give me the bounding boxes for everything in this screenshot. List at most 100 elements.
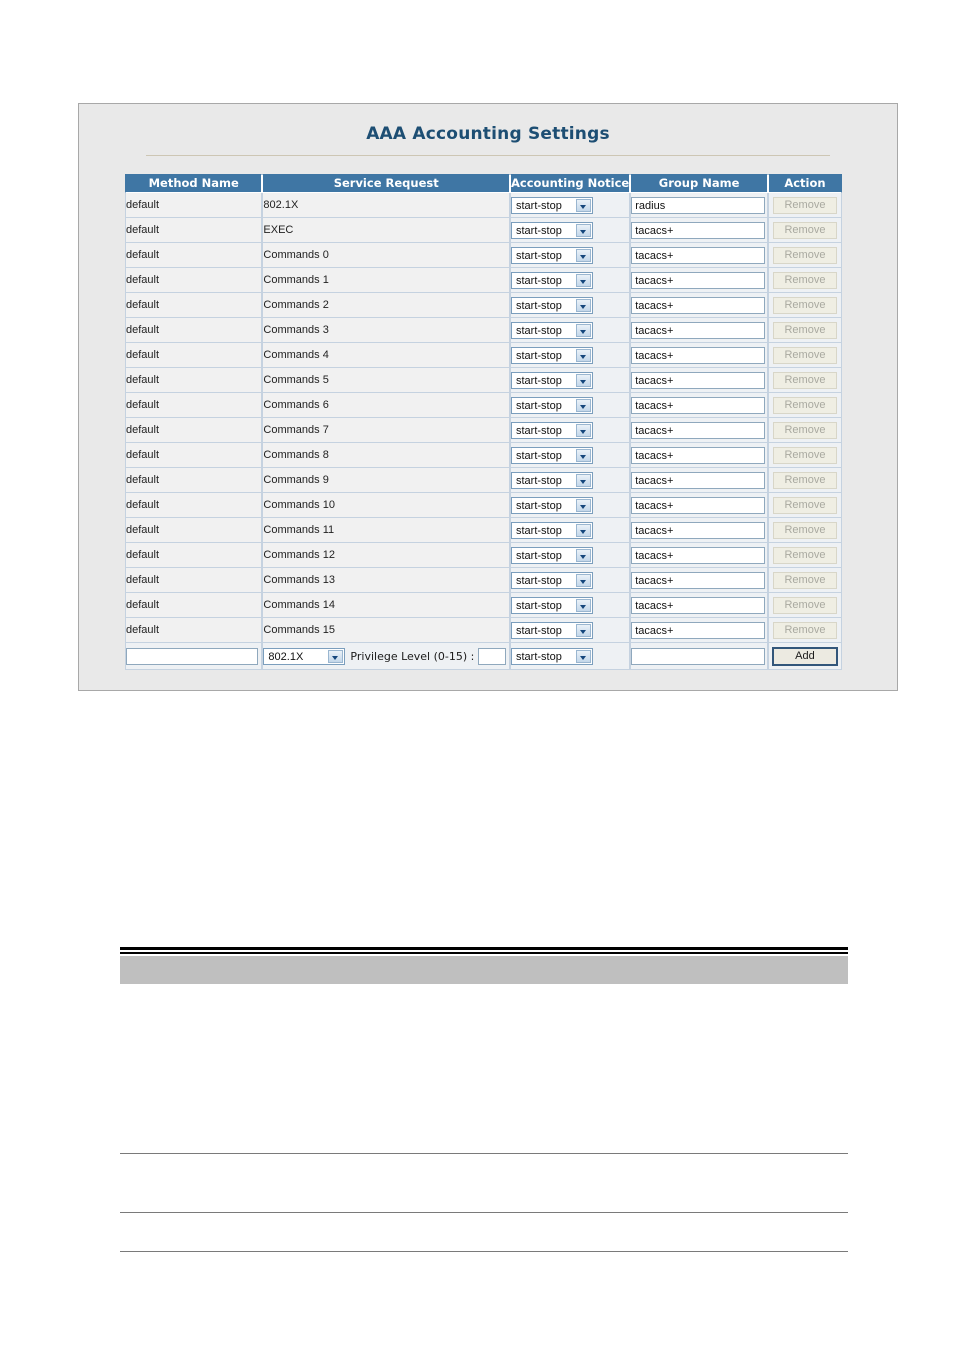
accounting-notice-select[interactable]: start-stop <box>510 396 593 414</box>
remove-button[interactable]: Remove <box>772 471 837 489</box>
accounting-notice-select[interactable]: start-stop <box>510 246 593 264</box>
accounting-notice-select[interactable]: start-stop <box>510 521 593 539</box>
accounting-notice-select[interactable]: start-stop <box>510 296 593 314</box>
chevron-down-icon[interactable] <box>575 298 591 312</box>
accounting-notice-value: start-stop <box>515 474 562 487</box>
new-method-name-input[interactable] <box>126 647 258 665</box>
chevron-down-icon[interactable] <box>575 223 591 237</box>
aaa-accounting-table: Method Name Service Request Accounting N… <box>125 174 842 670</box>
column-header-accounting-notice: Accounting Notice <box>509 174 631 193</box>
group-name-input[interactable]: tacacs+ <box>631 571 766 589</box>
service-request-text: Commands 12 <box>263 549 335 561</box>
accounting-notice-select[interactable]: start-stop <box>510 446 593 464</box>
cell-add-action: Add <box>767 643 842 670</box>
group-name-input[interactable]: tacacs+ <box>631 371 766 389</box>
remove-button[interactable]: Remove <box>772 271 837 289</box>
remove-button[interactable]: Remove <box>772 496 837 514</box>
remove-button[interactable]: Remove <box>772 346 837 364</box>
accounting-notice-value: start-stop <box>515 299 562 312</box>
group-name-input[interactable]: tacacs+ <box>631 446 766 464</box>
cell-action: Remove <box>767 418 842 443</box>
accounting-notice-select[interactable]: start-stop <box>510 571 593 589</box>
group-name-input[interactable]: tacacs+ <box>631 596 766 614</box>
remove-button[interactable]: Remove <box>772 321 837 339</box>
add-button[interactable]: Add <box>771 646 838 666</box>
chevron-down-icon[interactable] <box>575 448 591 462</box>
remove-button[interactable]: Remove <box>772 621 837 639</box>
table-row: default Commands 15 start-stop tacacs+ Remov… <box>125 618 842 643</box>
remove-button[interactable]: Remove <box>772 596 837 614</box>
chevron-down-icon[interactable] <box>575 273 591 287</box>
group-name-input[interactable]: tacacs+ <box>631 521 766 539</box>
accounting-notice-select[interactable]: start-stop <box>510 371 593 389</box>
chevron-down-icon[interactable] <box>575 573 591 587</box>
accounting-notice-select[interactable]: start-stop <box>510 346 593 364</box>
group-name-input[interactable]: tacacs+ <box>631 546 766 564</box>
cell-method-name: default <box>125 493 263 518</box>
chevron-down-icon[interactable] <box>575 623 591 637</box>
remove-button[interactable]: Remove <box>772 396 837 414</box>
chevron-down-icon[interactable] <box>575 198 591 212</box>
group-name-input[interactable]: radius <box>631 196 766 214</box>
chevron-down-icon[interactable] <box>575 498 591 512</box>
chevron-down-icon[interactable] <box>575 423 591 437</box>
group-name-input[interactable]: tacacs+ <box>631 496 766 514</box>
accounting-notice-select[interactable]: start-stop <box>510 421 593 439</box>
cell-group-name: tacacs+ <box>630 393 768 418</box>
cell-group-name: tacacs+ <box>630 243 768 268</box>
remove-button[interactable]: Remove <box>772 446 837 464</box>
new-service-request-select[interactable]: 802.1X <box>263 647 346 665</box>
cell-accounting-notice: start-stop <box>509 443 631 468</box>
remove-button[interactable]: Remove <box>772 546 837 564</box>
chevron-down-icon[interactable] <box>575 598 591 612</box>
group-name-input[interactable]: tacacs+ <box>631 346 766 364</box>
new-group-name-input[interactable] <box>631 647 766 665</box>
remove-button[interactable]: Remove <box>772 421 837 439</box>
accounting-notice-select[interactable]: start-stop <box>510 596 593 614</box>
chevron-down-icon[interactable] <box>575 248 591 262</box>
group-name-input[interactable]: tacacs+ <box>631 296 766 314</box>
chevron-down-icon[interactable] <box>575 548 591 562</box>
cell-accounting-notice: start-stop <box>509 193 631 218</box>
cell-group-name: tacacs+ <box>630 343 768 368</box>
aaa-accounting-panel: AAA Accounting Settings Method Name Serv… <box>78 103 898 691</box>
table-row: default Commands 9 start-stop tacacs+ Remove <box>125 468 842 493</box>
group-name-input[interactable]: tacacs+ <box>631 246 766 264</box>
remove-button[interactable]: Remove <box>772 221 837 239</box>
group-name-input[interactable]: tacacs+ <box>631 471 766 489</box>
group-name-input[interactable]: tacacs+ <box>631 396 766 414</box>
remove-button[interactable]: Remove <box>772 521 837 539</box>
chevron-down-icon[interactable] <box>575 523 591 537</box>
accounting-notice-select[interactable]: start-stop <box>510 546 593 564</box>
chevron-down-icon[interactable] <box>575 649 591 663</box>
privilege-level-input[interactable] <box>478 647 507 665</box>
service-request-text: Commands 8 <box>263 449 329 461</box>
accounting-notice-select[interactable]: start-stop <box>510 196 593 214</box>
group-name-input[interactable]: tacacs+ <box>631 271 766 289</box>
chevron-down-icon[interactable] <box>575 398 591 412</box>
remove-button[interactable]: Remove <box>772 246 837 264</box>
accounting-notice-select[interactable]: start-stop <box>510 321 593 339</box>
remove-button[interactable]: Remove <box>772 571 837 589</box>
remove-button[interactable]: Remove <box>772 296 837 314</box>
chevron-down-icon[interactable] <box>575 348 591 362</box>
accounting-notice-select[interactable]: start-stop <box>510 496 593 514</box>
accounting-notice-select[interactable]: start-stop <box>510 271 593 289</box>
group-name-input[interactable]: tacacs+ <box>631 221 766 239</box>
chevron-down-icon[interactable] <box>328 649 344 663</box>
group-name-input[interactable]: tacacs+ <box>631 621 766 639</box>
chevron-down-icon[interactable] <box>575 323 591 337</box>
new-accounting-notice-select[interactable]: start-stop <box>510 647 593 665</box>
accounting-notice-select[interactable]: start-stop <box>510 621 593 639</box>
remove-button[interactable]: Remove <box>772 196 837 214</box>
cell-accounting-notice: start-stop <box>509 468 631 493</box>
remove-button[interactable]: Remove <box>772 371 837 389</box>
chevron-down-icon[interactable] <box>575 373 591 387</box>
page-title-aaa: AAA <box>366 124 407 144</box>
group-name-input[interactable]: tacacs+ <box>631 421 766 439</box>
group-name-input[interactable]: tacacs+ <box>631 321 766 339</box>
accounting-notice-select[interactable]: start-stop <box>510 221 593 239</box>
cell-group-name: tacacs+ <box>630 468 768 493</box>
chevron-down-icon[interactable] <box>575 473 591 487</box>
accounting-notice-select[interactable]: start-stop <box>510 471 593 489</box>
